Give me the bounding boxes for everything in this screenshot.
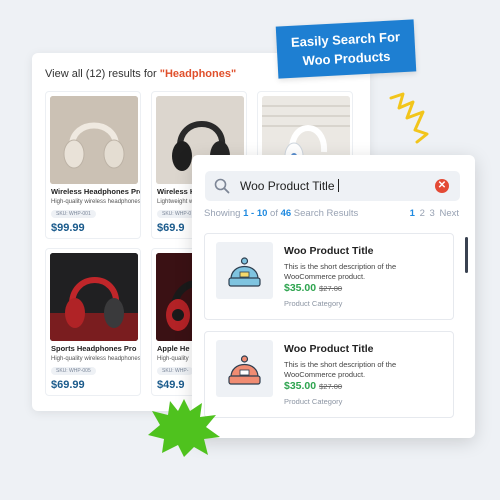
product-sku-badge: SKU: WHP-0: [157, 210, 197, 218]
product-card[interactable]: Sports Headphones Pro High-quality wirel…: [45, 248, 141, 396]
text-caret: [337, 179, 339, 192]
result-description: This is the short description of the Woo…: [284, 360, 397, 379]
result-old-price: $27.00: [319, 382, 343, 391]
sparkle-doodle-icon: [389, 92, 429, 144]
page-3-link[interactable]: 3: [430, 208, 435, 219]
product-image-headphones[interactable]: [50, 253, 138, 341]
product-thumbnail[interactable]: [216, 340, 273, 397]
product-sku-badge: SKU: WHP-005: [51, 367, 96, 375]
product-title[interactable]: Wireless Headphones Pro: [51, 187, 140, 196]
page-2-link[interactable]: 2: [420, 208, 425, 219]
results-scrollbar[interactable]: [465, 237, 468, 273]
product-price: $69.9: [157, 222, 185, 234]
product-description: High-quality wireless headphones: [51, 356, 141, 362]
starburst-icon: [148, 399, 220, 457]
product-title[interactable]: Sports Headphones Pro: [51, 344, 136, 353]
search-input[interactable]: Woo Product Title ✕: [205, 171, 460, 201]
result-price: $35.00 $27.00: [284, 380, 343, 392]
product-price: $99.99: [51, 222, 85, 234]
results-heading-prefix: View all (12) results for: [45, 68, 160, 80]
product-price: $49.9: [157, 379, 185, 391]
close-icon[interactable]: ✕: [435, 179, 449, 193]
beanie-icon: [228, 355, 261, 385]
search-result-item[interactable]: Woo Product Title This is the short desc…: [204, 233, 454, 320]
product-description: High-quality wireless headphones: [51, 199, 141, 205]
results-heading: View all (12) results for "Headphones": [45, 68, 236, 80]
result-category[interactable]: Product Category: [284, 299, 342, 308]
result-description: This is the short description of the Woo…: [284, 262, 397, 281]
search-icon: [214, 178, 230, 194]
product-title[interactable]: Wireless H: [157, 187, 195, 196]
result-category[interactable]: Product Category: [284, 397, 342, 406]
product-title[interactable]: Apple He: [157, 344, 190, 353]
product-description: Lightweight w: [157, 199, 194, 205]
result-title[interactable]: Woo Product Title: [284, 245, 373, 257]
beanie-icon: [228, 257, 261, 287]
page-1-link[interactable]: 1: [410, 208, 415, 219]
result-price: $35.00 $27.00: [284, 282, 343, 294]
results-count: Showing 1 - 10 of 46 Search Results: [204, 208, 359, 219]
product-description: High-quality: [157, 356, 189, 362]
result-old-price: $27.00: [319, 284, 343, 293]
product-card[interactable]: Wireless Headphones Pro High-quality wir…: [45, 91, 141, 239]
result-title[interactable]: Woo Product Title: [284, 343, 373, 355]
search-query-text[interactable]: Woo Product Title: [240, 179, 339, 193]
product-price: $69.99: [51, 379, 85, 391]
next-page-link[interactable]: Next: [439, 208, 459, 219]
search-panel: Woo Product Title ✕ Showing 1 - 10 of 46…: [192, 155, 475, 438]
pagination: 1 2 3 Next: [408, 208, 459, 219]
results-query[interactable]: "Headphones": [160, 68, 236, 80]
search-result-item[interactable]: Woo Product Title This is the short desc…: [204, 331, 454, 418]
promo-banner: Easily Search For Woo Products: [275, 19, 417, 79]
product-sku-badge: SKU: WHP-: [157, 367, 194, 375]
product-image-headphones[interactable]: [50, 96, 138, 184]
product-sku-badge: SKU: WHP-001: [51, 210, 96, 218]
product-thumbnail[interactable]: [216, 242, 273, 299]
